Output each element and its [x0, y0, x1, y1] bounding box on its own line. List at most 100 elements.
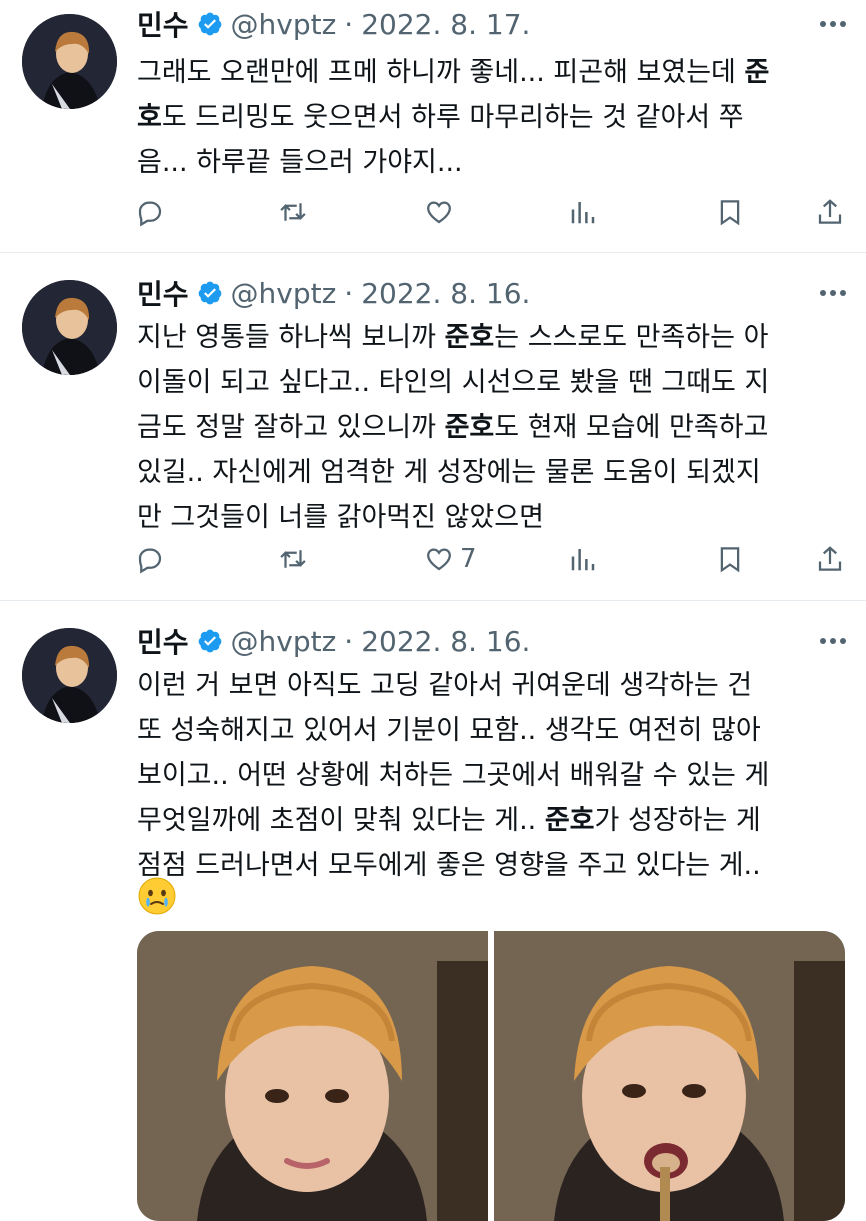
more-icon[interactable] [820, 4, 846, 44]
avatar-image [22, 628, 117, 723]
mention-text: 준호 [544, 805, 595, 836]
separator: · [344, 7, 354, 41]
text-segment: 만 그것들이 너를 갉아먹진 않았으면 [137, 502, 544, 533]
like-icon [427, 548, 451, 571]
text-segment: 금도 정말 잘하고 있으니까 [137, 412, 445, 443]
tweet-text-line: 보이고.. 어떤 상황에 처하든 그곳에서 배워갈 수 있는 게 [137, 753, 837, 798]
bookmark-icon [720, 200, 740, 226]
tweet[interactable]: 민수 @hvptz · 2022. 8. 16. 지난 영통들 하나씩 보니까 … [0, 253, 866, 601]
face-holding-back-tears-emoji [138, 877, 176, 915]
author-handle[interactable]: @hvptz [231, 277, 337, 310]
avatar[interactable] [22, 280, 117, 375]
views-button[interactable] [568, 539, 598, 579]
retweet-icon [280, 550, 306, 568]
tweet-header: 민수 @hvptz · 2022. 8. 17. [137, 4, 846, 44]
tweet-actions [135, 192, 845, 232]
tweet-date[interactable]: 2022. 8. 17. [361, 8, 530, 41]
media-photo[interactable] [137, 931, 488, 1221]
reply-button[interactable] [135, 539, 165, 579]
share-icon [818, 199, 842, 224]
tweet-text-line: 금도 정말 잘하고 있으니까 준호도 현재 모습에 만족하고 [137, 405, 837, 450]
tweet-text-line: 지난 영통들 하나씩 보니까 준호는 스스로도 만족하는 아 [137, 315, 837, 360]
author-name[interactable]: 민수 [137, 273, 189, 313]
retweet-icon [280, 203, 306, 221]
retweet-button[interactable] [278, 192, 308, 232]
text-segment: 가 성장하는 게 [594, 805, 761, 836]
text-segment: 도 드리밍도 웃으면서 하루 마무리하는 것 같아서 쭈 [161, 102, 744, 133]
text-segment: 이런 거 보면 아직도 고딩 같아서 귀여운데 생각하는 건 [137, 670, 753, 701]
views-button[interactable] [568, 192, 598, 232]
avatar-image [22, 280, 117, 375]
tweet-text: 그래도 오랜만에 프메 하니까 좋네... 피곤해 보였는데 준 호도 드리밍도 … [137, 50, 837, 185]
author-name[interactable]: 민수 [137, 621, 189, 661]
more-icon[interactable] [820, 273, 846, 313]
share-button[interactable] [815, 539, 845, 579]
text-segment: 음... 하루끝 들으러 가야지... [137, 147, 463, 178]
tweet-text-line: 있길.. 자신에게 엄격한 게 성장에는 물론 도움이 되겠지 [137, 450, 837, 495]
share-button[interactable] [815, 192, 845, 232]
like-icon [427, 201, 451, 224]
text-segment: 무엇일까에 초점이 맞춰 있다는 게.. [137, 805, 545, 836]
tweet-text-line: 음... 하루끝 들으러 가야지... [137, 140, 837, 185]
retweet-button[interactable] [278, 539, 308, 579]
separator: · [344, 624, 354, 658]
tweet-text: 지난 영통들 하나씩 보니까 준호는 스스로도 만족하는 아 이돌이 되고 싶다고… [137, 315, 837, 540]
separator: · [344, 276, 354, 310]
reply-button[interactable] [135, 192, 165, 232]
tweet-text-line: 이런 거 보면 아직도 고딩 같아서 귀여운데 생각하는 건 [137, 663, 837, 708]
like-button[interactable] [424, 192, 460, 232]
text-segment: 보이고.. 어떤 상황에 처하든 그곳에서 배워갈 수 있는 게 [137, 760, 770, 791]
author-handle[interactable]: @hvptz [231, 625, 337, 658]
reply-icon [138, 548, 162, 574]
media-photo[interactable] [494, 931, 845, 1221]
tweet-actions: 7 [135, 539, 845, 579]
mention-text: 준호 [444, 322, 495, 353]
bookmark-button[interactable] [715, 539, 745, 579]
tweet-text-line: 호도 드리밍도 웃으면서 하루 마무리하는 것 같아서 쭈 [137, 95, 837, 140]
mention-text: 준 [744, 57, 770, 88]
verified-badge-icon [198, 12, 221, 36]
avatar-image [22, 14, 117, 109]
text-segment: 이돌이 되고 싶다고.. 타인의 시선으로 봤을 땐 그때도 지 [137, 367, 770, 398]
tweet-text-line: 그래도 오랜만에 프메 하니까 좋네... 피곤해 보였는데 준 [137, 50, 837, 95]
like-count: 7 [460, 544, 477, 574]
tweet-text-line: 이돌이 되고 싶다고.. 타인의 시선으로 봤을 땐 그때도 지 [137, 360, 837, 405]
verified-badge-icon [198, 629, 221, 653]
bookmark-button[interactable] [715, 192, 745, 232]
reply-icon [138, 201, 162, 227]
mention-text: 준호 [444, 412, 495, 443]
tweet-text-line: 만 그것들이 너를 갉아먹진 않았으면 [137, 495, 837, 540]
text-segment: 는 스스로도 만족하는 아 [494, 322, 769, 353]
bookmark-icon [720, 547, 740, 573]
verified-badge-icon [198, 281, 221, 305]
photo-image [137, 931, 488, 1221]
tweet[interactable]: 민수 @hvptz · 2022. 8. 16. 이런 거 보면 아직도 고딩 … [0, 601, 866, 1221]
avatar[interactable] [22, 628, 117, 723]
tweet-date[interactable]: 2022. 8. 16. [361, 277, 530, 310]
photo-image [494, 931, 845, 1221]
text-segment: 또 성숙해지고 있어서 기분이 묘함.. 생각도 여전히 많아 [137, 715, 761, 746]
text-segment: 점점 드러나면서 모두에게 좋은 영향을 주고 있다는 게.. [137, 850, 761, 881]
share-icon [818, 546, 842, 571]
tweet-header: 민수 @hvptz · 2022. 8. 16. [137, 621, 846, 661]
tweet-text-line: 점점 드러나면서 모두에게 좋은 영향을 주고 있다는 게.. [137, 843, 837, 888]
tweet-text: 이런 거 보면 아직도 고딩 같아서 귀여운데 생각하는 건또 성숙해지고 있어… [137, 663, 837, 888]
tweet-text-line: 무엇일까에 초점이 맞춰 있다는 게.. 준호가 성장하는 게 [137, 798, 837, 843]
tweet-header: 민수 @hvptz · 2022. 8. 16. [137, 273, 846, 313]
avatar[interactable] [22, 14, 117, 109]
like-button[interactable]: 7 [424, 539, 477, 579]
tweet-text-line: 또 성숙해지고 있어서 기분이 묘함.. 생각도 여전히 많아 [137, 708, 837, 753]
text-segment: 지난 영통들 하나씩 보니까 [137, 322, 445, 353]
text-segment: 도 현재 모습에 만족하고 [494, 412, 769, 443]
author-name[interactable]: 민수 [137, 4, 189, 44]
tweet-date[interactable]: 2022. 8. 16. [361, 625, 530, 658]
tweet-media [137, 931, 845, 1221]
mention-text: 호 [137, 102, 162, 133]
views-icon [571, 549, 595, 571]
text-segment: 그래도 오랜만에 프메 하니까 좋네... 피곤해 보였는데 [137, 57, 745, 88]
tweet[interactable]: 민수 @hvptz · 2022. 8. 17. 그래도 오랜만에 프메 하니까… [0, 0, 866, 253]
author-handle[interactable]: @hvptz [231, 8, 337, 41]
more-icon[interactable] [820, 621, 846, 661]
text-segment: 있길.. 자신에게 엄격한 게 성장에는 물론 도움이 되겠지 [137, 457, 761, 488]
views-icon [571, 202, 595, 224]
